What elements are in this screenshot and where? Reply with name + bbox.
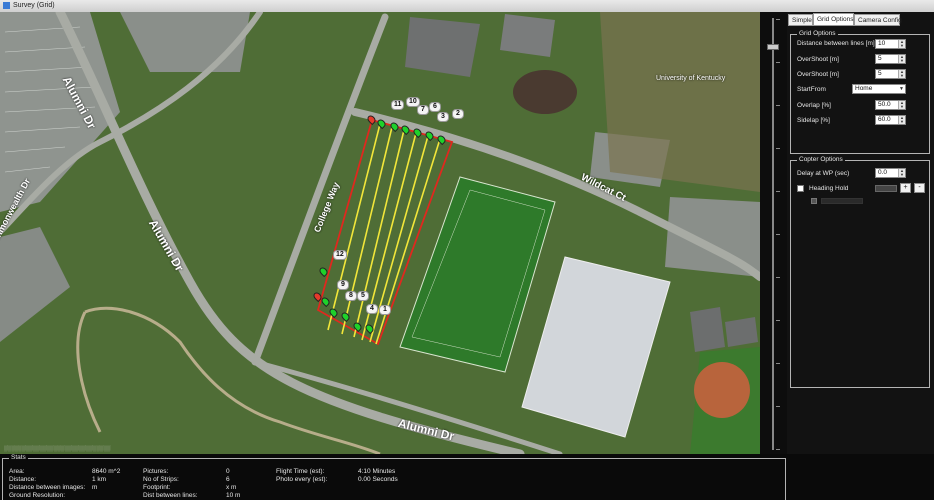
tab-camera-config[interactable]: Camera Config xyxy=(854,14,902,26)
grid-options-title: Grid Options xyxy=(797,30,838,37)
waypoint-label[interactable]: 5 xyxy=(357,291,369,301)
distance-between-lines-input[interactable]: 10 ▲ ▼ xyxy=(875,39,906,49)
ground-resolution-label: Ground Resolution: xyxy=(9,492,66,499)
copter-options-title: Copter Options xyxy=(797,156,845,163)
zoom-tick xyxy=(776,320,780,321)
zoom-tick xyxy=(776,363,780,364)
pictures-value: 0 xyxy=(226,468,230,475)
heading-plus-button[interactable]: + xyxy=(900,183,911,193)
zoom-tick xyxy=(776,148,780,149)
waypoint-label[interactable]: 3 xyxy=(437,112,449,122)
spin-buttons[interactable]: ▲ ▼ xyxy=(898,70,905,78)
distance-between-images-label: Distance between images: xyxy=(9,484,86,491)
dist-between-lines-value: 10 m xyxy=(226,492,241,499)
waypoint-label[interactable]: 6 xyxy=(429,102,441,112)
spin-buttons[interactable]: ▲ ▼ xyxy=(898,169,905,177)
zoom-tick xyxy=(776,62,780,63)
start-from-label: StartFrom xyxy=(797,86,826,93)
copter-options-group: Copter Options xyxy=(790,156,930,388)
tab-simple[interactable]: Simple xyxy=(788,14,813,26)
area-value: 8640 m^2 xyxy=(92,468,121,475)
overshoot-2-label: OverShoot [m] xyxy=(797,71,839,78)
dropdown-arrow-icon: ▼ xyxy=(899,86,904,92)
heading-hold-checkbox[interactable] xyxy=(797,185,804,192)
delay-at-wp-label: Delay at WP (sec) xyxy=(797,170,850,177)
sidelap-value: 60.0 xyxy=(878,116,891,123)
flight-time-value: 4:10 Minutes xyxy=(358,468,396,475)
heading-minus-button[interactable]: - xyxy=(914,183,925,193)
waypoint-label[interactable]: 7 xyxy=(417,105,429,115)
zoom-tick xyxy=(776,449,780,450)
map-view[interactable]: Alumni Dr Alumni Dr Alumni Dr College Wa… xyxy=(0,12,760,454)
waypoint-label[interactable]: 8 xyxy=(345,291,357,301)
stats-title: Stats xyxy=(9,454,28,461)
window-title: Survey (Grid) xyxy=(13,2,55,9)
strips-label: No of Strips: xyxy=(143,476,179,483)
zoom-tick xyxy=(776,234,780,235)
zoom-slider-track[interactable] xyxy=(772,18,774,450)
pictures-label: Pictures: xyxy=(143,468,169,475)
map-copyright: ░░░░░░░░░░░░░░░░░░░░░░░░░░░░░░ xyxy=(4,446,111,452)
waypoint-label[interactable]: 1 xyxy=(379,305,391,315)
overlap-input[interactable]: 50.0 ▲ ▼ xyxy=(875,100,906,110)
spin-buttons[interactable]: ▲ ▼ xyxy=(898,116,905,124)
waypoint-label[interactable]: 2 xyxy=(452,109,464,119)
zoom-slider-thumb[interactable] xyxy=(767,44,779,50)
distance-between-lines-value: 10 xyxy=(878,40,886,47)
heading-hold-label: Heading Hold xyxy=(809,185,849,192)
spin-buttons[interactable]: ▲ ▼ xyxy=(898,101,905,109)
spin-buttons[interactable]: ▲ ▼ xyxy=(898,55,905,63)
delay-at-wp-value: 0.0 xyxy=(878,169,888,176)
zoom-slider[interactable] xyxy=(762,14,784,454)
sidelap-input[interactable]: 60.0 ▲ ▼ xyxy=(875,115,906,125)
zoom-tick xyxy=(776,406,780,407)
overshoot-1-value: 5 xyxy=(878,55,882,62)
spin-buttons[interactable]: ▲ ▼ xyxy=(898,40,905,48)
stats-panel: Stats Area: 8640 m^2 Distance: 1 km Dist… xyxy=(0,454,934,500)
delay-at-wp-input[interactable]: 0.0 ▲ ▼ xyxy=(875,168,906,178)
start-from-value: Home xyxy=(855,85,873,92)
tab-grid-options[interactable]: Grid Options xyxy=(813,13,854,26)
heading-hold-value xyxy=(875,185,897,192)
grid-options-group: Grid Options xyxy=(790,30,930,154)
footprint-label: Footprint: xyxy=(143,484,171,491)
overshoot-2-input[interactable]: 5 ▲ ▼ xyxy=(875,69,906,79)
overshoot-1-input[interactable]: 5 ▲ ▼ xyxy=(875,54,906,64)
flight-time-label: Flight Time (est): xyxy=(276,468,325,475)
overlap-label: Overlap [%] xyxy=(797,102,831,109)
options-panel: Simple Grid Options Camera Config Grid O… xyxy=(787,12,934,454)
distance-value: 1 km xyxy=(92,476,107,483)
distance-between-lines-label: Distance between lines [m] xyxy=(797,40,875,47)
zoom-tick xyxy=(776,277,780,278)
zoom-tick xyxy=(776,105,780,106)
overshoot-1-label: OverShoot [m] xyxy=(797,56,839,63)
zoom-tick xyxy=(776,191,780,192)
secondary-option-checkbox[interactable] xyxy=(811,198,817,204)
distance-label: Distance: xyxy=(9,476,37,483)
overlap-value: 50.0 xyxy=(878,101,891,108)
waypoint-label[interactable]: 11 xyxy=(391,100,405,110)
sidelap-label: Sidelap [%] xyxy=(797,117,830,124)
window-title-bar: Survey (Grid) xyxy=(0,0,934,12)
zoom-tick xyxy=(776,19,780,20)
dist-between-lines-label: Dist between lines: xyxy=(143,492,198,499)
footprint-value: x m xyxy=(226,484,237,491)
photo-every-label: Photo every (est): xyxy=(276,476,328,483)
photo-every-value: 0.00 Seconds xyxy=(358,476,398,483)
app-icon xyxy=(3,1,10,9)
satellite-imagery xyxy=(0,12,760,454)
place-label-university: University of Kentucky xyxy=(656,75,726,82)
strips-value: 6 xyxy=(226,476,230,483)
waypoint-label[interactable]: 9 xyxy=(337,280,349,290)
start-from-select[interactable]: Home ▼ xyxy=(852,84,906,94)
secondary-option-label-disabled xyxy=(821,198,863,204)
distance-between-images-value: m xyxy=(92,484,98,491)
waypoint-label[interactable]: 4 xyxy=(366,304,378,314)
area-label: Area: xyxy=(9,468,25,475)
overshoot-2-value: 5 xyxy=(878,70,882,77)
waypoint-label[interactable]: 12 xyxy=(333,250,347,260)
